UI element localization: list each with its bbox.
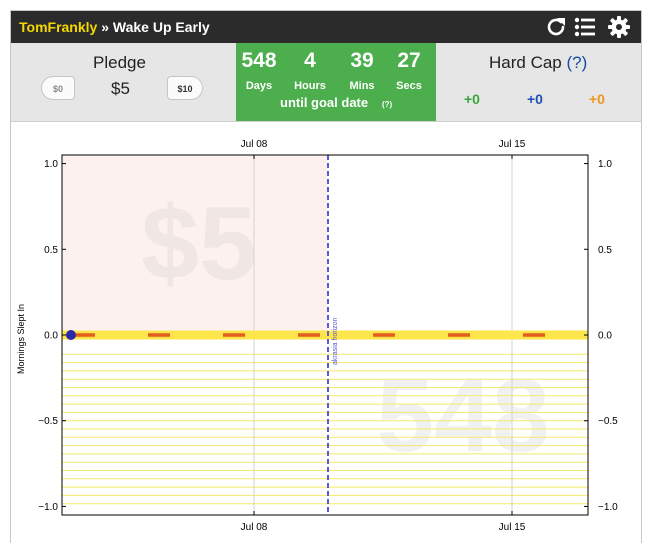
y-tick-label-left: −0.5 [38,416,58,427]
goal-chart: $5 548 akrasia horizon 1.0 1.0 0.5 0.5 0.0 0.0 −0… [16,139,618,533]
hard-cap-value: +0 [464,91,480,107]
akrasia-horizon-label: akrasia horizon [332,317,339,365]
countdown-panel: 548 Days 4 Hours 39 Mins 27 Secs until g… [236,43,436,121]
countdown-days-label: Days [245,80,273,92]
hard-cap-value: +0 [527,91,543,107]
countdown-hours-label: Hours [294,80,326,92]
hard-cap-value: +0 [589,91,605,107]
y-tick-label-left: 0.5 [44,245,58,256]
goal-name: Wake Up Early [112,19,210,35]
x-tick-label-top: Jul 15 [499,139,526,150]
x-tick-label-bottom: Jul 08 [241,522,268,533]
countdown-days: 548 [241,49,277,72]
x-tick-label-top: Jul 08 [241,139,268,150]
hard-cap-help-link[interactable]: (?) [567,53,588,72]
countdown-help-link[interactable]: (?) [382,100,392,109]
datapoint [66,330,76,340]
y-tick-label-right: 1.0 [598,159,612,170]
y-tick-label-left: 0.0 [44,331,58,342]
pledge-label: Pledge [93,53,146,72]
increase-pledge-button[interactable]: $10 [167,76,203,100]
list-icon[interactable] [573,15,597,39]
y-tick-label-right: 0.5 [598,245,612,256]
goal-title: TomFrankly » Wake Up Early [19,19,210,35]
title-bar: TomFrankly » Wake Up Early [11,11,641,43]
countdown-until-text: until goal date [280,95,369,110]
countdown-hours: 4 [304,49,316,72]
hard-cap-text: Hard Cap [489,53,562,72]
y-axis-label: Mornings Slept In [16,304,26,374]
y-tick-label-right: −0.5 [598,416,618,427]
countdown-secs-label: Secs [396,80,422,92]
title-separator: » [101,19,109,35]
x-tick-label-bottom: Jul 15 [499,522,526,533]
pledge-amount: $5 [111,79,130,98]
countdown-mins: 39 [350,49,374,72]
pledge-watermark: $5 [141,186,257,302]
countdown-secs: 27 [397,49,421,72]
countdown-mins-label: Mins [349,80,375,92]
goal-widget: TomFrankly » Wake Up Early Pledge $0 $5 … [10,10,642,543]
y-tick-label-left: −1.0 [38,502,58,513]
days-watermark: 548 [376,358,550,474]
gear-icon[interactable] [607,15,631,39]
username-link[interactable]: TomFrankly [19,19,97,35]
hard-cap-label: Hard Cap (?) [489,53,587,73]
y-tick-label-left: 1.0 [44,159,58,170]
y-tick-label-right: −1.0 [598,502,618,513]
y-tick-label-right: 0.0 [598,331,612,342]
decrease-pledge-button[interactable]: $0 [41,76,75,100]
refresh-icon[interactable] [544,15,568,39]
